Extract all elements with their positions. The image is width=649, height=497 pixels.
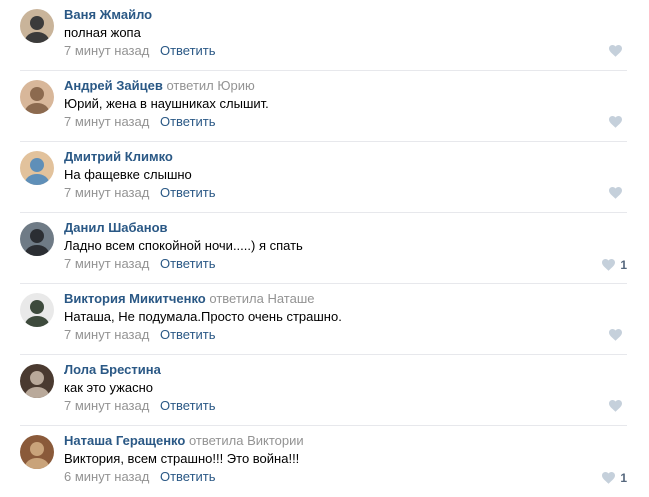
avatar[interactable] xyxy=(20,293,54,327)
comment-item: Лола Брестина как это ужасно 7 минут наз… xyxy=(0,355,649,426)
avatar[interactable] xyxy=(20,364,54,398)
like-button[interactable]: 1 xyxy=(602,258,627,272)
comment-meta: 7 минут назад Ответить xyxy=(64,398,216,414)
author-name[interactable]: Данил Шабанов xyxy=(64,220,168,235)
comment-text: Виктория, всем страшно!!! Это война!!! xyxy=(64,451,300,466)
heart-icon xyxy=(602,472,616,484)
author-line: Андрей Зайцев ответил Юрию xyxy=(64,78,255,94)
author-line: Лола Брестина xyxy=(64,362,161,378)
author-line: Наташа Геращенко ответила Виктории xyxy=(64,433,304,449)
avatar-image xyxy=(20,364,54,398)
like-button[interactable] xyxy=(609,116,627,128)
avatar[interactable] xyxy=(20,222,54,256)
author-name[interactable]: Наташа Геращенко xyxy=(64,433,185,448)
comment-text: как это ужасно xyxy=(64,380,153,395)
author-name[interactable]: Андрей Зайцев xyxy=(64,78,163,93)
comment-time[interactable]: 6 минут назад xyxy=(64,469,149,484)
like-button[interactable] xyxy=(609,45,627,57)
comment-meta: 7 минут назад Ответить xyxy=(64,256,216,272)
author-line: Виктория Микитченко ответила Наташе xyxy=(64,291,315,307)
like-button[interactable]: 1 xyxy=(602,471,627,485)
heart-icon xyxy=(609,45,622,57)
comment-item: Виктория Микитченко ответила Наташе Ната… xyxy=(0,284,649,355)
reply-to-text[interactable]: ответила Наташе xyxy=(209,291,314,306)
like-count: 1 xyxy=(620,258,627,272)
comment-item: Данил Шабанов Ладно всем спокойной ночи.… xyxy=(0,213,649,284)
comment-time[interactable]: 7 минут назад xyxy=(64,398,149,413)
heart-icon xyxy=(602,259,616,271)
comment-meta: 6 минут назад Ответить xyxy=(64,469,216,485)
reply-button[interactable]: Ответить xyxy=(160,43,216,58)
like-button[interactable] xyxy=(609,400,627,412)
heart-icon xyxy=(609,400,622,412)
comment-item: Ваня Жмайло полная жопа 7 минут назад От… xyxy=(0,0,649,71)
reply-button[interactable]: Ответить xyxy=(160,469,216,484)
reply-to-text[interactable]: ответил Юрию xyxy=(166,78,254,93)
avatar[interactable] xyxy=(20,435,54,469)
comment-item: Наташа Геращенко ответила Виктории Викто… xyxy=(0,426,649,497)
comment-time[interactable]: 7 минут назад xyxy=(64,256,149,271)
reply-button[interactable]: Ответить xyxy=(160,256,216,271)
comment-meta: 7 минут назад Ответить xyxy=(64,43,216,59)
comment-meta: 7 минут назад Ответить xyxy=(64,185,216,201)
reply-button[interactable]: Ответить xyxy=(160,398,216,413)
avatar[interactable] xyxy=(20,9,54,43)
avatar-image xyxy=(20,435,54,469)
avatar-image xyxy=(20,9,54,43)
comment-time[interactable]: 7 минут назад xyxy=(64,185,149,200)
comments-list: Ваня Жмайло полная жопа 7 минут назад От… xyxy=(0,0,649,494)
avatar[interactable] xyxy=(20,80,54,114)
avatar-image xyxy=(20,222,54,256)
comment-text: полная жопа xyxy=(64,25,141,40)
like-button[interactable] xyxy=(609,187,627,199)
comment-time[interactable]: 7 минут назад xyxy=(64,43,149,58)
comment-meta: 7 минут назад Ответить xyxy=(64,114,216,130)
avatar[interactable] xyxy=(20,151,54,185)
comment-meta: 7 минут назад Ответить xyxy=(64,327,216,343)
comment-time[interactable]: 7 минут назад xyxy=(64,327,149,342)
reply-button[interactable]: Ответить xyxy=(160,327,216,342)
comment-time[interactable]: 7 минут назад xyxy=(64,114,149,129)
comment-text: На фащевке слышно xyxy=(64,167,192,182)
reply-button[interactable]: Ответить xyxy=(160,114,216,129)
author-line: Дмитрий Климко xyxy=(64,149,173,165)
comment-text: Юрий, жена в наушниках слышит. xyxy=(64,96,269,111)
heart-icon xyxy=(609,329,622,341)
avatar-image xyxy=(20,80,54,114)
reply-to-text[interactable]: ответила Виктории xyxy=(189,433,304,448)
author-line: Данил Шабанов xyxy=(64,220,168,236)
author-name[interactable]: Ваня Жмайло xyxy=(64,7,152,22)
heart-icon xyxy=(609,116,622,128)
avatar-image xyxy=(20,151,54,185)
like-count: 1 xyxy=(620,471,627,485)
comment-item: Андрей Зайцев ответил Юрию Юрий, жена в … xyxy=(0,71,649,142)
avatar-image xyxy=(20,293,54,327)
author-name[interactable]: Дмитрий Климко xyxy=(64,149,173,164)
comment-text: Ладно всем спокойной ночи.....) я спать xyxy=(64,238,303,253)
reply-button[interactable]: Ответить xyxy=(160,185,216,200)
comment-text: Наташа, Не подумала.Просто очень страшно… xyxy=(64,309,342,324)
author-line: Ваня Жмайло xyxy=(64,7,152,23)
heart-icon xyxy=(609,187,622,199)
comment-item: Дмитрий Климко На фащевке слышно 7 минут… xyxy=(0,142,649,213)
author-name[interactable]: Виктория Микитченко xyxy=(64,291,206,306)
author-name[interactable]: Лола Брестина xyxy=(64,362,161,377)
like-button[interactable] xyxy=(609,329,627,341)
